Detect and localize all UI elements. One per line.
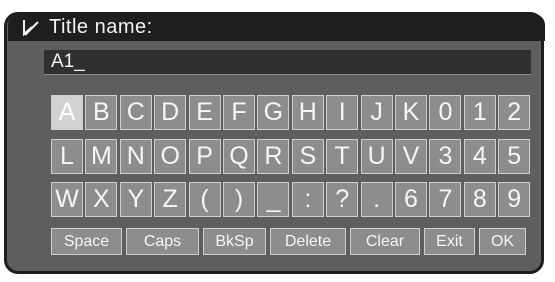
key-H[interactable]: H — [291, 95, 324, 130]
key-B[interactable]: B — [85, 95, 118, 130]
key-U[interactable]: U — [360, 139, 393, 174]
delete-button[interactable]: Delete — [270, 228, 346, 255]
key-X[interactable]: X — [85, 182, 118, 217]
key-F[interactable]: F — [223, 95, 255, 130]
key-C[interactable]: C — [119, 95, 152, 130]
dialog-title: Title name: — [49, 16, 153, 38]
key-E[interactable]: E — [188, 95, 221, 130]
key-T[interactable]: T — [326, 139, 359, 174]
key-_[interactable]: _ — [257, 182, 290, 217]
key-Y[interactable]: Y — [119, 182, 152, 217]
key-:[interactable]: : — [291, 182, 324, 217]
ok-button[interactable]: OK — [479, 228, 526, 255]
key-R[interactable]: R — [257, 139, 290, 174]
key-)[interactable]: ) — [223, 182, 255, 217]
key-N[interactable]: N — [119, 139, 152, 174]
title-input-value: A1_ — [51, 51, 85, 72]
key-J[interactable]: J — [360, 95, 393, 130]
key-0[interactable]: 0 — [429, 95, 462, 130]
key-9[interactable]: 9 — [498, 182, 531, 217]
key-K[interactable]: K — [395, 95, 427, 130]
space-button[interactable]: Space — [51, 228, 122, 255]
edit-icon — [23, 20, 39, 37]
key-V[interactable]: V — [395, 139, 427, 174]
caps-button[interactable]: Caps — [126, 228, 199, 255]
key-Q[interactable]: Q — [223, 139, 255, 174]
key-3[interactable]: 3 — [429, 139, 462, 174]
key-2[interactable]: 2 — [498, 95, 531, 130]
key-P[interactable]: P — [188, 139, 221, 174]
key-([interactable]: ( — [188, 182, 221, 217]
key-A[interactable]: A — [51, 95, 83, 130]
key-S[interactable]: S — [291, 139, 324, 174]
key-L[interactable]: L — [51, 139, 83, 174]
key-D[interactable]: D — [154, 95, 187, 130]
title-input[interactable]: A1_ — [44, 50, 531, 75]
key-6[interactable]: 6 — [395, 182, 427, 217]
key-?[interactable]: ? — [326, 182, 359, 217]
key-4[interactable]: 4 — [463, 139, 496, 174]
clear-button[interactable]: Clear — [350, 228, 420, 255]
exit-button[interactable]: Exit — [424, 228, 475, 255]
key-8[interactable]: 8 — [463, 182, 496, 217]
title-bar: Title name: — [8, 14, 545, 41]
key-5[interactable]: 5 — [498, 139, 531, 174]
key-Z[interactable]: Z — [154, 182, 187, 217]
key-O[interactable]: O — [154, 139, 187, 174]
key-I[interactable]: I — [326, 95, 359, 130]
key-W[interactable]: W — [51, 182, 83, 217]
key-G[interactable]: G — [257, 95, 290, 130]
key-.[interactable]: . — [360, 182, 393, 217]
bksp-button[interactable]: BkSp — [203, 228, 266, 255]
key-7[interactable]: 7 — [429, 182, 462, 217]
key-M[interactable]: M — [85, 139, 118, 174]
key-1[interactable]: 1 — [463, 95, 496, 130]
